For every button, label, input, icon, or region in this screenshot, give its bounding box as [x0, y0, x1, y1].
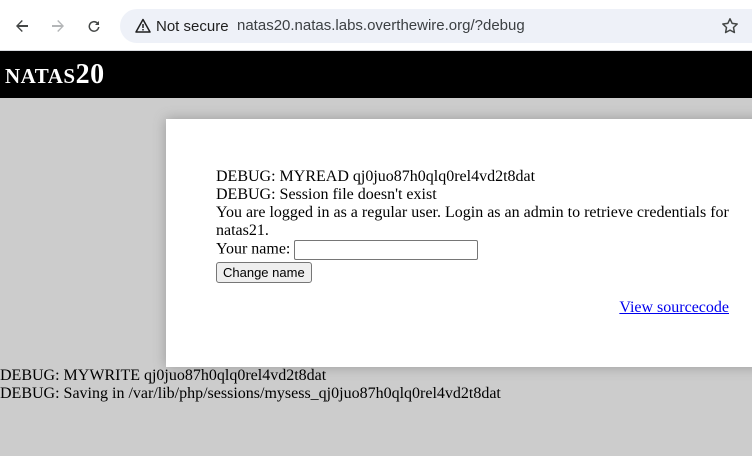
bookmark-button[interactable] — [718, 14, 742, 38]
debug-save-line: DEBUG: Saving in /var/lib/php/sessions/m… — [0, 385, 501, 402]
content-panel: DEBUG: MYREAD qj0juo87h0qlq0rel4vd2t8dat… — [166, 119, 752, 367]
view-sourcecode-link[interactable]: View sourcecode — [619, 299, 729, 317]
back-arrow-icon — [16, 20, 28, 32]
back-button[interactable] — [8, 12, 36, 40]
reload-icon — [88, 20, 100, 32]
browser-toolbar: Not secure natas20.natas.labs.overthewir… — [0, 0, 752, 51]
site-title: NATAS20 — [5, 59, 105, 92]
debug-footer: DEBUG: MYWRITE qj0juo87h0qlq0rel4vd2t8da… — [0, 367, 501, 403]
change-name-button[interactable]: Change name — [216, 262, 312, 283]
title-prefix: NATAS — [5, 64, 76, 88]
name-label: Your name: — [216, 240, 291, 258]
security-label: Not secure — [156, 17, 229, 35]
forward-button[interactable] — [44, 12, 72, 40]
site-header: NATAS20 — [0, 51, 752, 98]
forward-arrow-icon — [52, 20, 64, 32]
warning-triangle-icon — [135, 18, 151, 33]
url-text[interactable]: natas20.natas.labs.overthewire.org/?debu… — [237, 17, 525, 34]
address-bar[interactable]: Not secure natas20.natas.labs.overthewir… — [120, 9, 752, 43]
reload-button[interactable] — [80, 12, 108, 40]
title-level-number: 20 — [75, 59, 105, 90]
bookmark-star-icon — [722, 18, 738, 34]
debug-read-line: DEBUG: MYREAD qj0juo87h0qlq0rel4vd2t8dat — [216, 168, 536, 185]
change-name-form: Your name: Change name — [216, 240, 730, 283]
status-message: You are logged in as a regular user. Log… — [216, 204, 729, 239]
debug-session-line: DEBUG: Session file doesn't exist — [216, 186, 437, 203]
name-input[interactable] — [294, 240, 479, 260]
security-indicator[interactable]: Not secure — [127, 13, 239, 39]
debug-write-line: DEBUG: MYWRITE qj0juo87h0qlq0rel4vd2t8da… — [0, 367, 327, 384]
